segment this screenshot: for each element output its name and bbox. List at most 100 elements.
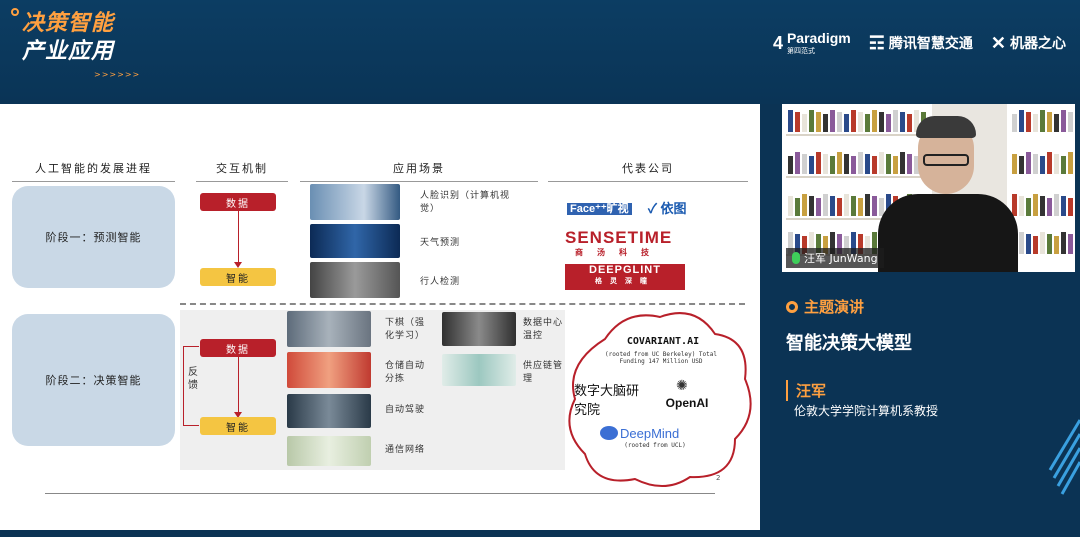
book [865,114,870,132]
stage2-arrow-line [238,357,239,413]
sponsor-paradigm-name: Paradigm [786,30,851,46]
book [879,112,884,132]
page-number: 2 [716,474,721,482]
book [1033,154,1038,174]
scene-network: 通信网络 [385,445,426,455]
tencent-logo-icon: ☶ [868,32,885,53]
scene-chess: 下棋（强化学习） [385,318,426,341]
book [1047,198,1052,216]
book [844,194,849,216]
company-deepglint: DEEPGLINT 格灵深瞳 [565,264,685,290]
book [788,196,793,216]
stage1-arrow-line [238,211,239,263]
book [1061,110,1066,132]
book [858,112,863,132]
warehouse-image [287,352,371,388]
scene-pedestrian: 行人检测 [420,277,461,287]
speaker-tag-text: 汪军 JunWang [804,252,878,265]
datacenter-image [442,312,516,346]
book [900,112,905,132]
company-covariant: COVARIANT.AI [626,336,700,347]
sponsor-tencent-name: 腾讯智慧交通 [888,35,973,51]
sponsor-paradigm: 4 Paradigm 第四范式 [773,30,851,56]
book [802,154,807,174]
speaker-glasses [923,154,969,166]
book [830,110,835,132]
book [1040,232,1045,254]
company-megvii-label: Face⁺⁺旷视 [567,203,632,215]
sponsor-tencent: ☶ 腾讯智慧交通 [869,33,973,54]
book [809,196,814,216]
book [1026,112,1031,132]
paradigm-logo-icon: 4 [772,32,783,53]
stage1-box: 阶段一：预测智能 [12,186,175,288]
network-image [287,436,371,466]
book [879,152,884,174]
slide-bottom-bar [0,530,760,537]
book [1061,232,1066,254]
speaker-video[interactable]: 汪军 JunWang [782,104,1075,272]
book [795,198,800,216]
book [872,110,877,132]
book [1033,114,1038,132]
company-deepglint-en: DEEPGLINT [589,264,661,276]
pedestrian-image [310,262,400,298]
company-yitu: ✓ 依图 [648,198,687,217]
book [1068,112,1073,132]
title-ring-icon [11,8,19,16]
event-title-line1: 决策智能 [22,11,115,36]
book [844,114,849,132]
speaker-name-tag: 汪军 JunWang [786,248,884,268]
book [1047,234,1052,254]
book [907,154,912,174]
feedback-label: 反馈 [188,367,199,391]
book [1054,236,1059,254]
speaker-body [878,194,1018,272]
col-head-mechanism: 交互机制 [196,160,288,182]
book [802,194,807,216]
title-deco: >>>>>> [94,70,141,79]
shelf-row [786,134,928,136]
openai-logo-icon: ✺ [676,378,688,394]
company-covariant-note: (rooted from UC Berkeley) Total Funding … [605,351,717,365]
company-megvii: Face⁺⁺旷视 [567,200,632,216]
book [872,156,877,174]
book [1054,194,1059,216]
company-yitu-label: 依图 [660,201,687,216]
decorative-stripes [1048,419,1080,495]
book [809,156,814,174]
book [1061,156,1066,174]
book [886,154,891,174]
company-openai: OpenAI [665,396,709,410]
book [1054,114,1059,132]
book [893,156,898,174]
book [886,114,891,132]
company-deepglint-cn: 格灵深瞳 [595,278,655,285]
book [816,198,821,216]
book [795,152,800,174]
talk-title: 智能决策大模型 [786,333,912,354]
sponsor-jiqizhixin-name: 机器之心 [1010,35,1066,51]
company-sensetime: SENSETIME [565,228,673,247]
microphone-icon [792,252,800,264]
book [1068,234,1073,254]
book [823,194,828,216]
book [1026,198,1031,216]
book [788,156,793,174]
book [1019,110,1024,132]
scene-face-recognition: 人脸识别（计算机视觉） [420,191,511,214]
supply-chain-image [442,354,516,386]
book [837,152,842,174]
company-digital-brain: 数字大脑研究院 [574,384,640,418]
book [907,114,912,132]
book [1019,196,1024,216]
book [1054,154,1059,174]
book [1068,198,1073,216]
weather-image [310,224,400,258]
section-label: 主题演讲 [804,298,865,316]
book [851,156,856,174]
book [900,152,905,174]
shelf-row [786,176,928,178]
col-head-scenes: 应用场景 [300,160,538,182]
book [1068,152,1073,174]
